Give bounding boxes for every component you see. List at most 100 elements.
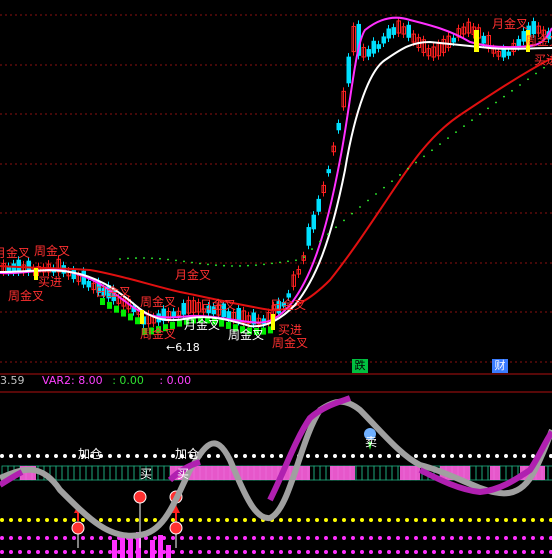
level-dot-magenta xyxy=(432,536,436,540)
event-badge-finance[interactable]: 财 xyxy=(492,359,508,373)
candle xyxy=(456,24,461,42)
level-dot-magenta xyxy=(279,536,283,540)
ma-dot xyxy=(319,240,321,243)
ma-dot xyxy=(143,257,145,259)
strip-cell xyxy=(115,465,123,481)
strip-cell xyxy=(391,465,399,481)
ma-dot xyxy=(223,264,225,267)
level-dot-white xyxy=(486,454,490,458)
status-var2: VAR2: 8.00 xyxy=(42,374,103,387)
signal-buy-3: 买进 xyxy=(534,53,552,67)
level-dot-magenta xyxy=(477,550,481,554)
level-dot-yellow xyxy=(63,518,67,522)
level-dot-magenta xyxy=(405,536,409,540)
level-dot-magenta xyxy=(72,536,76,540)
ma-dot xyxy=(119,258,121,260)
level-dot-white xyxy=(54,454,58,458)
level-dot-magenta xyxy=(522,536,526,540)
candle xyxy=(431,42,436,61)
level-dot-white xyxy=(495,454,499,458)
level-dot-yellow xyxy=(468,518,472,522)
histogram-bar xyxy=(128,538,133,558)
level-dot-magenta xyxy=(99,536,103,540)
strip-cell xyxy=(55,465,63,481)
level-dot-magenta xyxy=(108,550,112,554)
level-dot-magenta xyxy=(414,550,418,554)
stock-chart-canvas[interactable]: 月金叉 周金叉 周金叉 买进 月金叉 周金叉 周金叉 日金叉 月金叉 周金叉 日… xyxy=(0,0,552,558)
level-dot-yellow xyxy=(477,518,481,522)
level-dot-magenta xyxy=(360,536,364,540)
candle xyxy=(376,40,381,53)
level-dot-yellow xyxy=(252,518,256,522)
candle xyxy=(186,296,191,318)
level-dot-magenta xyxy=(459,550,463,554)
level-dot-magenta xyxy=(189,550,193,554)
strip-cell xyxy=(67,465,75,481)
level-dot-magenta xyxy=(63,550,67,554)
level-dot-magenta xyxy=(180,550,184,554)
level-dot-magenta xyxy=(297,550,301,554)
ma-dot xyxy=(199,262,201,265)
level-dot-magenta xyxy=(495,536,499,540)
level-dot-yellow xyxy=(198,518,202,522)
candle xyxy=(21,260,26,276)
level-dot-magenta xyxy=(324,536,328,540)
level-dot-yellow xyxy=(324,518,328,522)
level-dot-white xyxy=(18,454,22,458)
level-dot-magenta xyxy=(450,536,454,540)
ma-dot xyxy=(415,161,417,164)
signal-week-cross-3: 周金叉 xyxy=(140,294,176,309)
level-dot-white xyxy=(306,454,310,458)
ma-dot xyxy=(239,265,241,267)
level-dot-yellow xyxy=(9,518,13,522)
level-dot-yellow xyxy=(99,518,103,522)
strip-cell xyxy=(475,465,483,481)
strip-cell xyxy=(109,465,117,481)
level-dot-magenta xyxy=(351,536,355,540)
ma-dot xyxy=(479,113,481,116)
level-dot-yellow xyxy=(522,518,526,522)
level-dot-magenta xyxy=(540,536,544,540)
level-dot-white xyxy=(63,454,67,458)
strip-cell xyxy=(157,465,165,481)
level-dot-white xyxy=(369,454,373,458)
candle xyxy=(321,181,326,197)
level-dot-magenta xyxy=(207,536,211,540)
strip-cell xyxy=(547,465,552,481)
candle-green xyxy=(107,301,112,309)
candle xyxy=(331,142,336,156)
ma-dot xyxy=(407,167,409,170)
strip-cell xyxy=(79,465,87,481)
level-dot-magenta xyxy=(171,536,175,540)
ma-dot xyxy=(271,262,273,265)
level-dot-magenta xyxy=(189,536,193,540)
strip-cell xyxy=(319,465,327,481)
level-dot-magenta xyxy=(0,536,4,540)
level-dot-magenta xyxy=(216,550,220,554)
level-dot-white xyxy=(0,454,4,458)
strip-cell xyxy=(505,465,513,481)
level-dot-magenta xyxy=(423,550,427,554)
level-dot-magenta xyxy=(378,536,382,540)
buy-label-2: 买 xyxy=(177,467,189,481)
level-dot-magenta xyxy=(0,550,4,554)
ma-dot xyxy=(431,149,433,152)
signal-day-cross-1: 日金叉 xyxy=(95,284,131,299)
candle xyxy=(421,35,426,57)
level-dot-white xyxy=(459,454,463,458)
signal-buy-2: 买进 xyxy=(278,323,302,337)
level-dot-magenta xyxy=(486,536,490,540)
level-dot-magenta xyxy=(225,550,229,554)
candle xyxy=(311,211,316,233)
level-dot-yellow xyxy=(207,518,211,522)
level-dot-magenta xyxy=(54,550,58,554)
level-dot-magenta xyxy=(468,536,472,540)
level-dot-white xyxy=(315,454,319,458)
level-dot-magenta xyxy=(36,550,40,554)
level-dot-magenta xyxy=(306,536,310,540)
ma-green-dotted-line xyxy=(119,66,545,267)
level-dot-magenta xyxy=(45,536,49,540)
ma-dot xyxy=(335,226,337,229)
event-badge-drop[interactable]: 跌 xyxy=(352,359,368,373)
strip-cell xyxy=(151,465,159,481)
